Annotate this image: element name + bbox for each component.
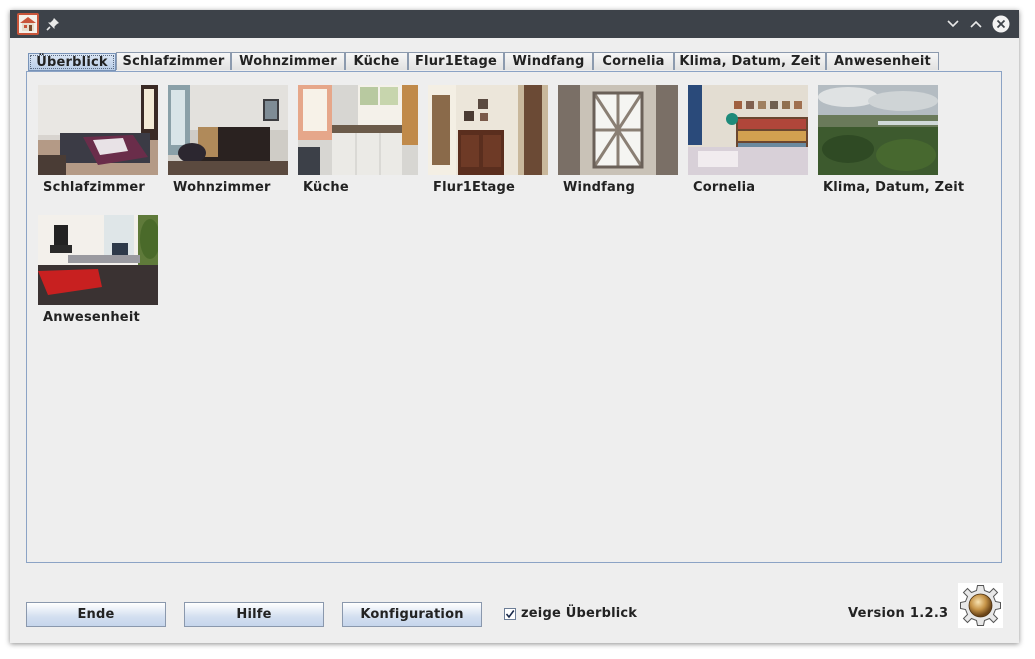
gear-icon[interactable] <box>958 583 1003 628</box>
tab-windfang[interactable]: Windfang <box>504 52 593 70</box>
title-bar <box>10 10 1019 38</box>
living-room-photo[interactable] <box>168 85 288 175</box>
tab-anwesenheit[interactable]: Anwesenheit <box>826 52 939 70</box>
tile-label: Wohnzimmer <box>173 180 271 195</box>
version-label: Version 1.2.3 <box>848 606 949 621</box>
tile-label: Küche <box>303 180 349 195</box>
study-photo[interactable] <box>688 85 808 175</box>
tab-flur1etage[interactable]: Flur1Etage <box>408 52 504 70</box>
maximize-icon[interactable] <box>968 16 984 32</box>
kitchen-photo[interactable] <box>298 85 418 175</box>
checkmark-icon <box>505 610 515 619</box>
config-button[interactable]: Konfiguration <box>342 602 482 627</box>
pin-icon[interactable] <box>46 17 60 31</box>
tile-label: Schlafzimmer <box>43 180 145 195</box>
tab-schlafzimmer[interactable]: Schlafzimmer <box>116 52 231 70</box>
tile-label: Anwesenheit <box>43 310 140 325</box>
tile-label: Klima, Datum, Zeit <box>823 180 965 195</box>
show-overview-label[interactable]: zeige Überblick <box>521 606 637 621</box>
close-icon[interactable] <box>992 15 1010 33</box>
overview-panel: Schlafzimmer Wohnzimmer Küche Flur1Etage… <box>26 71 1002 563</box>
minimize-icon[interactable] <box>945 16 961 32</box>
landscape-photo[interactable] <box>818 85 938 175</box>
help-button[interactable]: Hilfe <box>184 602 324 627</box>
tab-kueche[interactable]: Küche <box>345 52 408 70</box>
exit-button[interactable]: Ende <box>26 602 166 627</box>
app-window: Überblick Schlafzimmer Wohnzimmer Küche … <box>10 10 1019 643</box>
bedroom-photo[interactable] <box>38 85 158 175</box>
show-overview-checkbox[interactable] <box>504 608 516 620</box>
hallway-photo[interactable] <box>428 85 548 175</box>
tile-label: Flur1Etage <box>433 180 516 195</box>
front-door-photo[interactable] <box>558 85 678 175</box>
office-photo[interactable] <box>38 215 158 305</box>
tab-klima-datum-zeit[interactable]: Klima, Datum, Zeit <box>674 52 826 70</box>
tile-label: Cornelia <box>693 180 756 195</box>
tab-ueberblick[interactable]: Überblick <box>28 53 116 71</box>
tile-label: Windfang <box>563 180 635 195</box>
tab-wohnzimmer[interactable]: Wohnzimmer <box>231 52 345 70</box>
tab-cornelia[interactable]: Cornelia <box>593 52 674 70</box>
house-app-icon <box>17 13 39 35</box>
